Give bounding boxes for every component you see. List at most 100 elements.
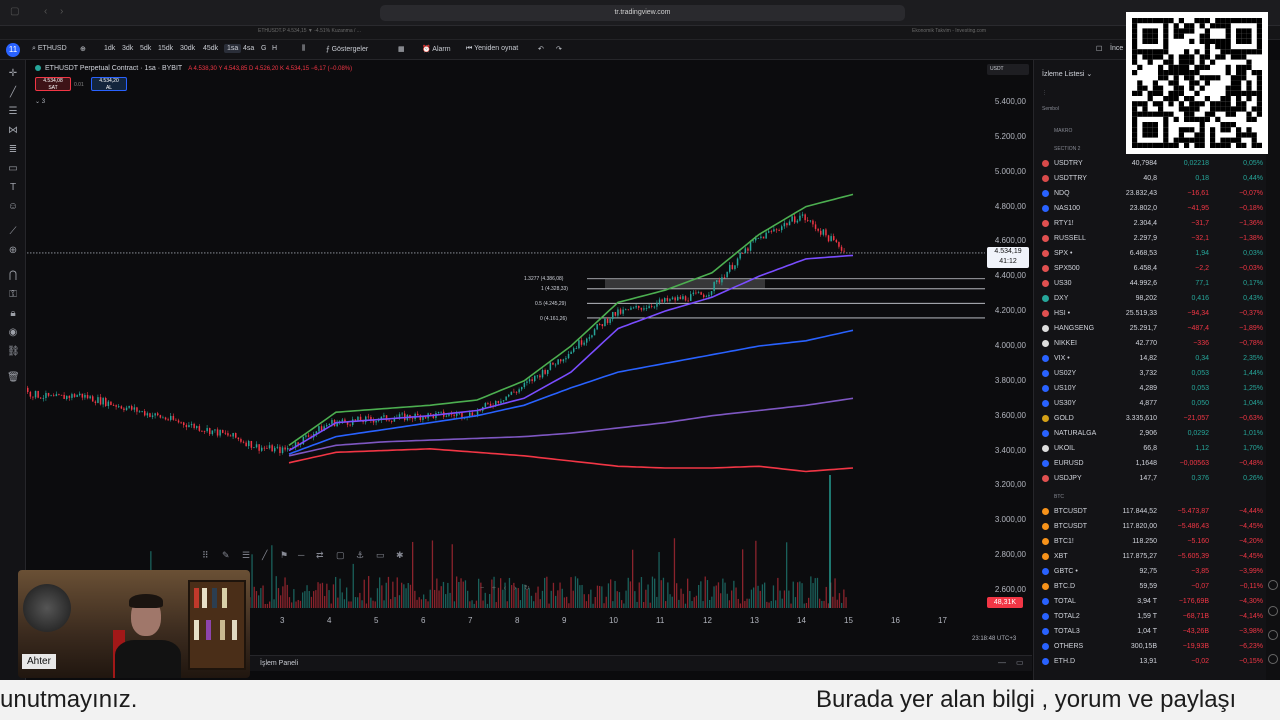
flag-icon[interactable]: ⚑ (280, 550, 288, 561)
undo-icon[interactable]: ↶ (538, 45, 544, 53)
shape-icon[interactable]: ▭ (7, 163, 19, 175)
watchlist-row[interactable]: GOLD 3.335,610 −21,057 −0,63% (1034, 412, 1269, 427)
watchlist-row[interactable]: RTY1! 2.304,4 −31,7 −1,36% (1034, 217, 1269, 232)
watchlist-row[interactable]: EURUSD 1,1648 −0,00563 −0,48% (1034, 457, 1269, 472)
lock-draw-icon[interactable]: ⚿ (7, 289, 19, 301)
info-icon[interactable] (1268, 606, 1278, 616)
clock[interactable]: 23:18:48 UTC+3 (972, 636, 1016, 642)
sidebar-toggle-icon[interactable]: ▢ (10, 6, 19, 17)
watchlist-row[interactable]: TOTAL 3,94 T −176,69B −4,30% (1034, 595, 1269, 610)
avatar[interactable]: 11 (6, 43, 20, 57)
scroll-right-icon[interactable]: › (514, 585, 516, 592)
magnet-icon[interactable]: ⋂ (7, 270, 19, 282)
watchlist-row[interactable]: SPX500 6.458,4 −2,2 −0,03% (1034, 262, 1269, 277)
tf-h[interactable]: H (272, 45, 277, 52)
watchlist-row[interactable]: NIKKEI 42.770 −336 −0,78% (1034, 337, 1269, 352)
watchlist-menu-icon[interactable]: ⋮ (1042, 90, 1047, 96)
grid-icon[interactable] (1268, 630, 1278, 640)
redo-icon[interactable]: ↷ (556, 45, 562, 53)
watchlist-row[interactable]: XBT 117.875,27 −5.605,39 −4,45% (1034, 550, 1269, 565)
forward-icon[interactable]: › (60, 6, 63, 17)
watchlist-row[interactable]: NDQ 23.832,43 −16,61 −0,07% (1034, 187, 1269, 202)
maximize-icon[interactable]: ▭ (1016, 658, 1024, 667)
rect-tool-icon[interactable]: ▢ (336, 550, 345, 561)
scroll-left-icon[interactable]: ‹ (504, 585, 506, 592)
lines-icon[interactable]: ☰ (7, 106, 19, 118)
line-tool-icon[interactable]: ╱ (262, 550, 267, 561)
tf-4sa[interactable]: 4sa (243, 45, 254, 52)
zoom-icon[interactable]: ⊕ (7, 245, 19, 257)
anchor-icon[interactable]: ⚓︎ (356, 550, 364, 561)
indicator-line-3[interactable] (288, 397, 854, 457)
watchlist-row[interactable]: USDJPY 147,7 0,376 0,26% (1034, 472, 1269, 487)
minimize-icon[interactable]: — (998, 658, 1006, 667)
price-axis[interactable]: 5.400,00 5.200,00 5.000,00 4.800,00 4.600,00… (985, 60, 1032, 655)
watchlist-row[interactable]: RUSSELL 2.297,9 −32,1 −1,38% (1034, 232, 1269, 247)
watchlist-row[interactable]: TOTAL2 1,59 T −68,71B −4,14% (1034, 610, 1269, 625)
lock-icon[interactable]: 🔒︎ (7, 308, 19, 320)
watchlist-row[interactable]: US10Y 4,289 0,053 1,25% (1034, 382, 1269, 397)
watchlist-row[interactable]: BTC.D 59,59 −0,07 −0,11% (1034, 580, 1269, 595)
replay-button[interactable]: ⏮ Yeniden oynat (466, 45, 518, 53)
watchlist-row[interactable]: BTCUSDT 117.844,52 −5.473,87 −4,44% (1034, 505, 1269, 520)
section-2[interactable]: SECTION 2 (1054, 146, 1080, 152)
layout-icon[interactable]: ▦ (398, 45, 405, 53)
add-symbol-icon[interactable]: ⊕ (80, 45, 86, 53)
candle-type-icon[interactable]: ⫼ (302, 45, 305, 53)
arrow-tool-icon[interactable]: ⇄ (316, 550, 324, 561)
text-icon[interactable]: T (7, 182, 19, 194)
alarm-button[interactable]: ⏰ Alarm (422, 45, 451, 53)
tf-15dk[interactable]: 15dk (158, 45, 173, 52)
indicator-toggle[interactable]: ⌄ 3 (35, 98, 45, 105)
emoji-icon[interactable]: ☺ (7, 201, 19, 213)
watchlist-row[interactable]: US30 44.992,6 77,1 0,17% (1034, 277, 1269, 292)
indicators-button[interactable]: ⨍ Göstergeler (326, 45, 368, 53)
tf-1dk[interactable]: 1dk (104, 45, 115, 52)
watchlist-row[interactable]: USDTTRY 40,8 0,18 0,44% (1034, 172, 1269, 187)
help-icon[interactable] (1268, 654, 1278, 664)
clock-icon[interactable] (1268, 580, 1278, 590)
buy-button[interactable]: 4.534,20 AL (91, 77, 127, 91)
back-icon[interactable]: ‹ (44, 6, 47, 17)
link-icon[interactable]: ⛓ (7, 346, 20, 358)
section-btc[interactable]: BTC (1054, 494, 1064, 500)
tab-investing[interactable]: Ekonomik Takvim - Investing.com (912, 28, 986, 34)
indicator-line-2[interactable] (288, 329, 854, 455)
hline-icon[interactable]: ─ (298, 550, 304, 560)
fib-tool-icon[interactable]: ☰ (242, 550, 250, 561)
watchlist-row[interactable]: NATURALGA 2,906 0,0292 1,01% (1034, 427, 1269, 442)
watchlist-row[interactable]: BTCUSDT 117.820,00 −5.486,43 −4,45% (1034, 520, 1269, 535)
watchlist-row[interactable]: GBTC • 92,75 −3,85 −3,99% (1034, 565, 1269, 580)
watchlist-title[interactable]: İzleme Listesi ⌄ (1042, 70, 1092, 78)
crosshair-icon[interactable]: ✛ (7, 68, 19, 80)
fib-icon[interactable]: ≣ (7, 144, 19, 156)
watchlist-row[interactable]: US02Y 3,732 0,053 1,44% (1034, 367, 1269, 382)
watchlist-row[interactable]: ETH.D 13,91 −0,02 −0,15% (1034, 655, 1269, 670)
note-icon[interactable]: ▭ (376, 550, 385, 561)
pattern-icon[interactable]: ⋈ (7, 125, 19, 137)
chart-pane[interactable]: ETHUSDT Perpetual Contract · 1sa · BYBIT… (27, 60, 1032, 655)
tf-5dk[interactable]: 5dk (140, 45, 151, 52)
trash-icon[interactable]: 🗑︎ (7, 372, 20, 384)
eye-icon[interactable]: ◉ (7, 327, 19, 339)
drag-handle-icon[interactable]: ⠿ (202, 550, 209, 561)
url-bar[interactable]: tr.tradingview.com (380, 5, 905, 21)
watchlist-row[interactable]: HSI • 25.519,33 −94,34 −0,37% (1034, 307, 1269, 322)
watchlist-row[interactable]: OTHERS 300,15B −19,93B −6,23% (1034, 640, 1269, 655)
tf-3dk[interactable]: 3dk (122, 45, 133, 52)
watchlist-row[interactable]: HANGSENG 25.291,7 −487,4 −1,89% (1034, 322, 1269, 337)
tf-45dk[interactable]: 45dk (203, 45, 218, 52)
watchlist-row[interactable]: SPX • 6.468,53 1,94 0,03% (1034, 247, 1269, 262)
watchlist-row[interactable]: BTC1! 118.250 −5.160 −4,20% (1034, 535, 1269, 550)
watchlist-row[interactable]: NAS100 23.802,0 −41,95 −0,18% (1034, 202, 1269, 217)
trendline-icon[interactable]: ╱ (7, 87, 19, 99)
tf-1sa[interactable]: 1sa (224, 44, 242, 53)
layout-checkbox-icon[interactable]: ☐ (1096, 45, 1102, 53)
zoom-out-icon[interactable]: − (480, 585, 484, 592)
column-symbol[interactable]: Sembol (1042, 106, 1059, 112)
settings-icon[interactable]: ✱ (396, 550, 404, 561)
tf-g[interactable]: G (261, 45, 266, 52)
symbol-search-button[interactable]: ⌕ ETHUSD (32, 45, 67, 53)
ince-label[interactable]: İnce (1110, 45, 1123, 52)
pencil-icon[interactable]: ✎ (222, 550, 230, 561)
